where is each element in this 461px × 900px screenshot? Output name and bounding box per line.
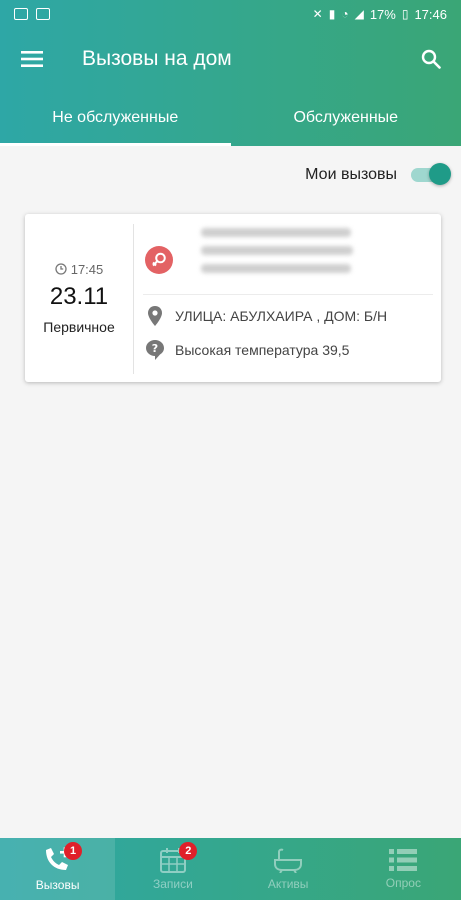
search-icon xyxy=(421,49,441,69)
nav-records[interactable]: Записи 2 xyxy=(115,838,230,900)
help-bubble-icon: ? xyxy=(143,338,167,362)
clock-icon xyxy=(55,263,67,275)
patient-details-blurred xyxy=(201,264,351,273)
nav-calls-label: Вызовы xyxy=(35,878,80,892)
sim-icon: ▮ xyxy=(328,7,336,21)
mute-icon: ✕ xyxy=(312,7,323,21)
my-calls-toggle[interactable] xyxy=(411,163,451,185)
location-pin-icon xyxy=(143,304,167,328)
call-card[interactable]: 17:45 23.11 Первичное УЛИЦА: АБУЛХАИРА , xyxy=(25,214,441,382)
wifi-icon: ◔ xyxy=(341,7,349,21)
tab-served[interactable]: Обслуженные xyxy=(231,90,461,146)
nav-assets-label: Активы xyxy=(267,877,309,891)
page-title: Вызовы на дом xyxy=(82,47,232,70)
menu-button[interactable] xyxy=(0,28,64,90)
status-bar: ✕ ▮ ◔ ◢ 17% ▯ 17:46 xyxy=(0,0,461,28)
nav-survey-label: Опрос xyxy=(385,876,421,890)
nav-assets[interactable]: Активы xyxy=(231,838,346,900)
call-time: 17:45 xyxy=(70,261,104,277)
bath-icon xyxy=(274,848,303,873)
battery-icon: ▯ xyxy=(401,7,409,21)
call-type: Первичное xyxy=(43,318,115,335)
call-address: УЛИЦА: АБУЛХАИРА , ДОМ: Б/Н xyxy=(175,308,388,324)
svg-text:?: ? xyxy=(152,342,158,355)
toggle-knob xyxy=(429,163,451,185)
bottom-navigation: Вызовы 1 Записи 2 Активы Опрос xyxy=(0,838,461,900)
call-reason: Высокая температура 39,5 xyxy=(175,342,350,358)
nav-records-label: Записи xyxy=(152,877,193,891)
address-row: УЛИЦА: АБУЛХАИРА , ДОМ: Б/Н xyxy=(143,304,387,328)
status-time: 17:46 xyxy=(414,6,447,22)
nav-calls[interactable]: Вызовы 1 xyxy=(0,838,116,900)
patient-name-blurred xyxy=(201,228,351,237)
search-button[interactable] xyxy=(401,28,461,90)
records-badge: 2 xyxy=(179,842,198,860)
call-time-row: 17:45 xyxy=(55,261,104,277)
tab-not-served[interactable]: Не обслуженные xyxy=(0,90,231,146)
app-bar: ✕ ▮ ◔ ◢ 17% ▯ 17:46 Вызовы на дом Не обс… xyxy=(0,0,461,146)
signal-icon: ◢ xyxy=(354,7,364,21)
nav-survey[interactable]: Опрос xyxy=(346,838,461,900)
gallery-notification-icon xyxy=(14,8,28,20)
tab-bar: Не обслуженные Обслуженные xyxy=(0,90,461,146)
patient-info: УЛИЦА: АБУЛХАИРА , ДОМ: Б/Н ? Высокая те… xyxy=(143,214,433,382)
toolbar: Вызовы на дом xyxy=(0,28,461,90)
call-datetime: 17:45 23.11 Первичное xyxy=(25,214,133,382)
female-icon xyxy=(145,246,173,274)
card-divider xyxy=(133,224,134,374)
my-calls-filter: Мои вызовы xyxy=(0,160,461,190)
patient-name-blurred xyxy=(201,246,353,255)
list-icon xyxy=(389,849,418,871)
hamburger-icon xyxy=(21,51,43,67)
call-date: 23.11 xyxy=(49,282,109,310)
reason-row: ? Высокая температура 39,5 xyxy=(143,338,349,362)
my-calls-label: Мои вызовы xyxy=(305,166,397,183)
card-separator xyxy=(143,294,433,295)
battery-percent: 17% xyxy=(369,6,396,22)
sync-notification-icon xyxy=(36,8,50,20)
calls-badge: 1 xyxy=(64,842,82,860)
